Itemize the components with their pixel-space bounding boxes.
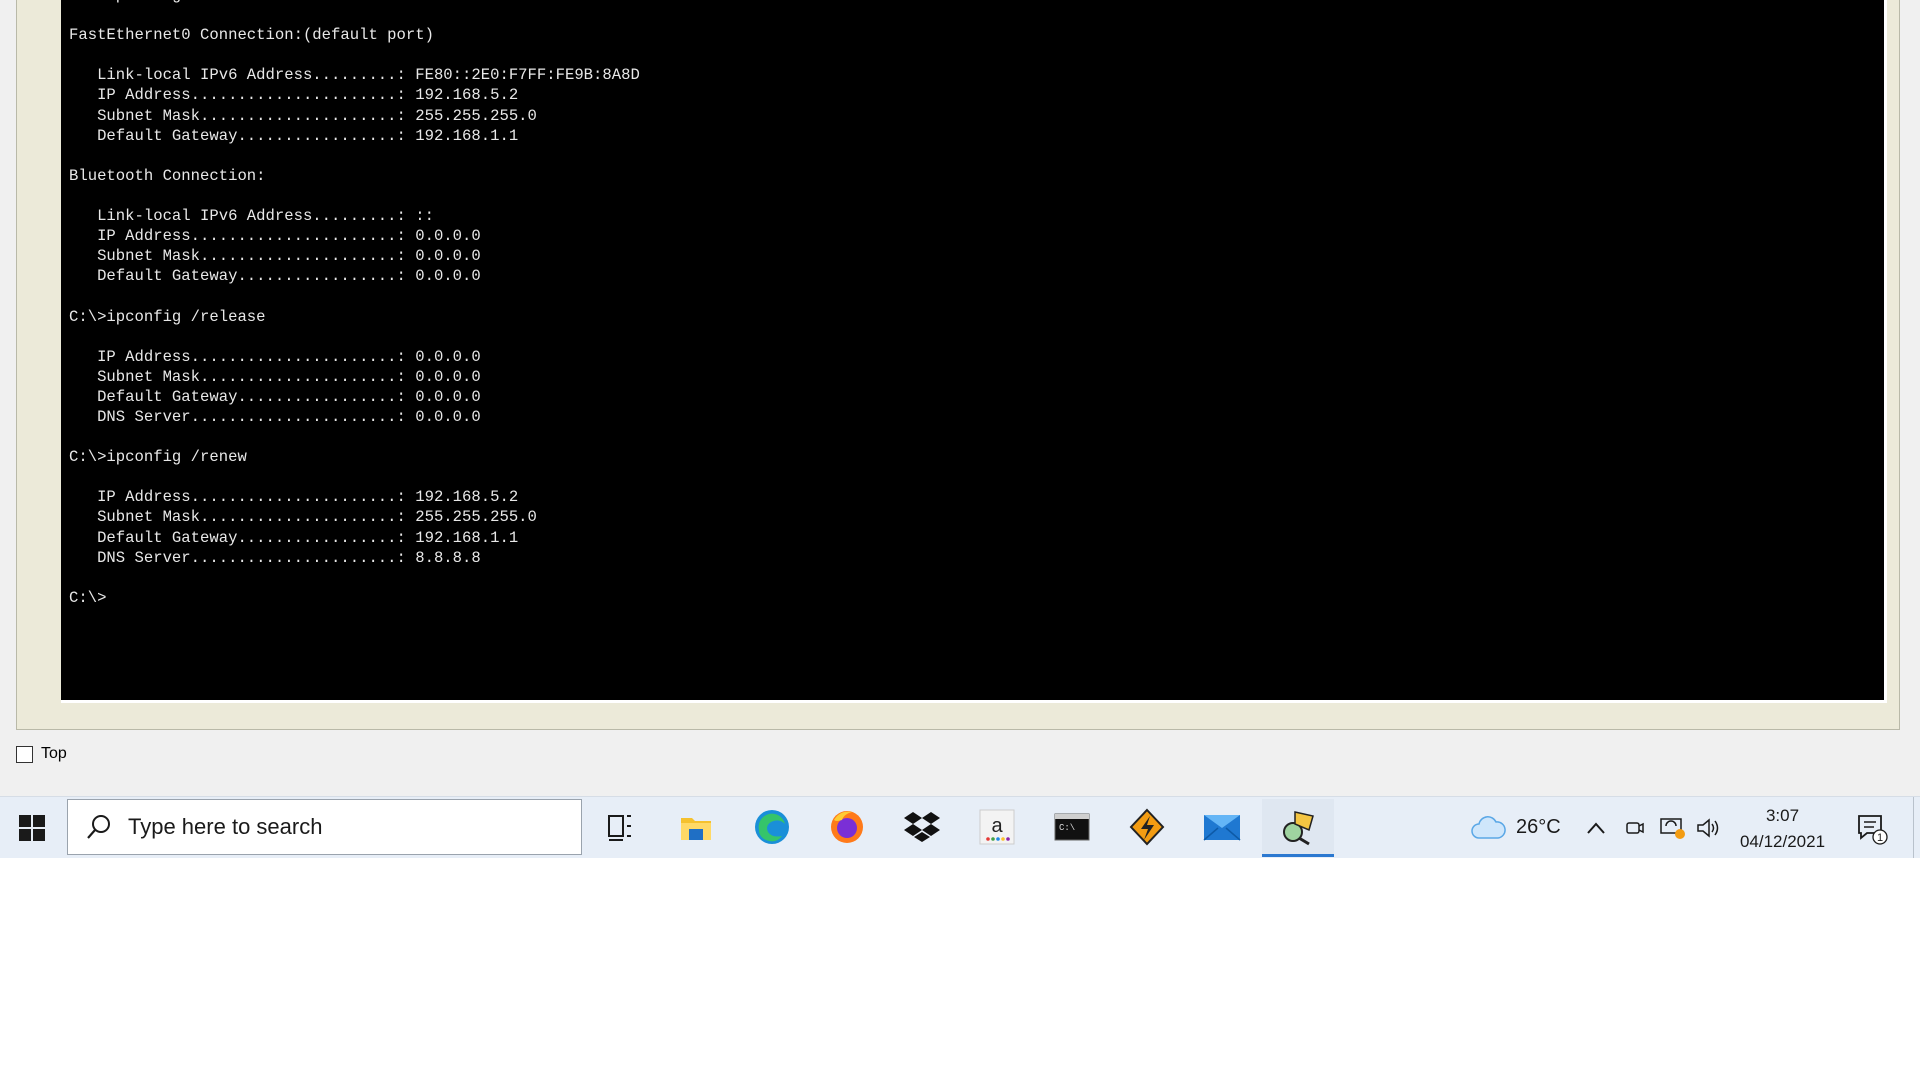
command-prompt-button[interactable]: C:\ xyxy=(1036,799,1108,855)
top-checkbox-row[interactable]: Top xyxy=(16,743,67,765)
network-warning-icon xyxy=(1660,817,1685,839)
show-desktop-button[interactable] xyxy=(1913,797,1920,858)
terminal-line: C:\>ipconfig /release xyxy=(69,307,266,326)
mail-icon xyxy=(1203,815,1241,841)
file-explorer-icon xyxy=(681,818,711,840)
windows-logo-icon xyxy=(19,814,45,841)
terminal-line: C:\> xyxy=(69,588,107,607)
terminal-line: DNS Server......................: 8.8.8.… xyxy=(69,548,481,567)
taskbar: Type here to search a C:\ 26°C 3:07 04/1… xyxy=(0,796,1920,858)
terminal-line: Subnet Mask.....................: 0.0.0.… xyxy=(69,247,481,266)
meet-now-button[interactable] xyxy=(1624,797,1644,858)
winamp-icon xyxy=(1129,808,1165,846)
file-explorer-button[interactable] xyxy=(660,799,732,855)
terminal-line: Link-local IPv6 Address.........: :: xyxy=(69,207,434,226)
clock-date: 04/12/2021 xyxy=(1739,832,1826,851)
task-view-icon xyxy=(608,815,631,841)
search-placeholder: Type here to search xyxy=(128,814,323,839)
terminal-line: Default Gateway.................: 192.16… xyxy=(69,126,519,145)
terminal-line: Default Gateway.................: 0.0.0.… xyxy=(69,387,481,406)
terminal-output: C:\>ipconfig FastEthernet0 Connection:(d… xyxy=(69,0,640,608)
terminal-line: Subnet Mask.....................: 255.25… xyxy=(69,106,537,125)
command-prompt-terminal[interactable]: C:\>ipconfig FastEthernet0 Connection:(d… xyxy=(61,0,1887,703)
terminal-line: C:\>ipconfig xyxy=(69,0,181,4)
edge-button[interactable] xyxy=(736,799,808,855)
search-icon xyxy=(87,815,110,839)
terminal-line: Bluetooth Connection: xyxy=(69,166,266,185)
mail-button[interactable] xyxy=(1186,799,1258,855)
speaker-icon xyxy=(1697,817,1719,838)
terminal-line: Subnet Mask.....................: 0.0.0.… xyxy=(69,367,481,386)
taskbar-search-box[interactable]: Type here to search xyxy=(67,799,582,855)
terminal-line: IP Address......................: 0.0.0.… xyxy=(69,347,481,366)
firefox-button[interactable] xyxy=(811,799,883,855)
chevron-up-icon xyxy=(1587,821,1605,834)
terminal-line: Link-local IPv6 Address.........: FE80::… xyxy=(69,66,640,85)
terminal-line: Default Gateway.................: 192.16… xyxy=(69,528,519,547)
action-center-button[interactable]: 1 xyxy=(1855,797,1889,858)
dropbox-button[interactable] xyxy=(886,799,958,855)
firefox-icon xyxy=(831,811,863,843)
command-prompt-icon: C:\ xyxy=(1054,813,1090,841)
terminal-line: Subnet Mask.....................: 255.25… xyxy=(69,508,537,527)
taskbar-clock[interactable]: 3:07 04/12/2021 xyxy=(1730,803,1835,855)
amazon-button[interactable]: a xyxy=(961,799,1033,855)
notification-count: 1 xyxy=(1877,832,1883,844)
application-window: C:\>ipconfig FastEthernet0 Connection:(d… xyxy=(0,0,1920,796)
start-button[interactable] xyxy=(0,797,64,858)
amazon-icon: a xyxy=(979,809,1015,845)
weather-temperature: 26°C xyxy=(1516,816,1561,838)
cloud-icon xyxy=(1471,815,1506,839)
terminal-frame: C:\>ipconfig FastEthernet0 Connection:(d… xyxy=(16,0,1900,730)
packet-tracer-icon xyxy=(1283,811,1314,846)
terminal-line: IP Address......................: 192.16… xyxy=(69,86,519,105)
svg-text:C:\: C:\ xyxy=(1059,823,1075,833)
terminal-line: Default Gateway.................: 0.0.0.… xyxy=(69,267,481,286)
weather-widget[interactable]: 26°C xyxy=(1470,797,1561,858)
task-view-button[interactable] xyxy=(584,799,656,855)
meet-now-icon xyxy=(1626,821,1644,834)
volume-button[interactable] xyxy=(1696,797,1722,858)
network-status-button[interactable] xyxy=(1658,797,1686,858)
svg-text:a: a xyxy=(991,815,1003,837)
terminal-line: DNS Server......................: 0.0.0.… xyxy=(69,407,481,426)
packet-tracer-button[interactable] xyxy=(1262,799,1334,857)
terminal-line: C:\>ipconfig /renew xyxy=(69,448,247,467)
notification-icon: 1 xyxy=(1858,814,1888,845)
top-checkbox-label: Top xyxy=(41,745,67,762)
show-hidden-icons-button[interactable] xyxy=(1586,797,1606,858)
edge-icon xyxy=(755,810,789,844)
terminal-line: IP Address......................: 0.0.0.… xyxy=(69,227,481,246)
winamp-button[interactable] xyxy=(1111,799,1183,855)
terminal-line: FastEthernet0 Connection:(default port) xyxy=(69,26,434,45)
top-checkbox[interactable] xyxy=(16,745,33,763)
terminal-line: IP Address......................: 192.16… xyxy=(69,488,519,507)
dropbox-icon xyxy=(904,812,940,842)
clock-time: 3:07 xyxy=(1765,806,1800,825)
